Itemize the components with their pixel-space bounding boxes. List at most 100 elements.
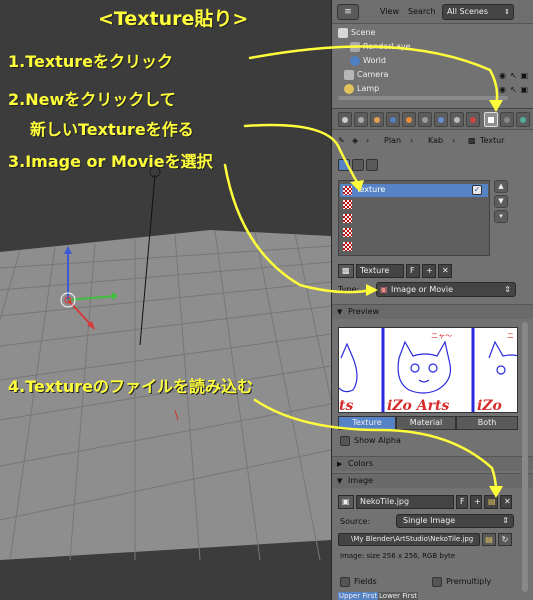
tab-world[interactable] bbox=[386, 112, 400, 127]
material-texture-context-button[interactable] bbox=[352, 159, 364, 171]
annotation-step3: 3.Image or Movieを選択 bbox=[8, 152, 213, 171]
fields-checkbox[interactable]: Fields bbox=[340, 576, 377, 588]
render-icon[interactable]: ▣ bbox=[520, 69, 528, 83]
tab-render[interactable] bbox=[338, 112, 352, 127]
constraints-icon bbox=[422, 117, 428, 123]
fields-label: Fields bbox=[354, 577, 377, 586]
outliner-row-label: Scene bbox=[351, 28, 376, 37]
new-texture-button[interactable]: + bbox=[422, 264, 436, 278]
visibility-icon[interactable]: ◉ bbox=[499, 83, 506, 97]
world-texture-context-button[interactable] bbox=[338, 159, 350, 171]
texture-slot-list: Texture ✓ bbox=[338, 180, 490, 256]
premultiply-label: Premultiply bbox=[446, 577, 492, 586]
expand-triangle-icon: ▼ bbox=[337, 477, 343, 485]
open-image-button[interactable]: ▤ bbox=[484, 495, 498, 509]
lower-first-button[interactable]: Lower First bbox=[378, 592, 418, 600]
show-alpha-checkbox[interactable]: Show Alpha bbox=[340, 435, 401, 447]
menu-view[interactable]: View bbox=[380, 7, 399, 16]
tab-texture[interactable] bbox=[484, 112, 498, 127]
tab-material[interactable] bbox=[466, 112, 480, 127]
texture-slot[interactable] bbox=[340, 212, 488, 225]
physics-icon bbox=[520, 117, 526, 123]
chevron-updown-icon: ⇕ bbox=[504, 8, 510, 16]
outliner-icon[interactable]: ≡ bbox=[337, 4, 359, 20]
properties-scrollbar[interactable] bbox=[522, 322, 528, 592]
render-icon[interactable]: ▣ bbox=[520, 83, 528, 97]
breadcrumb: ✎ ◈ › Plan › Kab › ▩ Textur bbox=[332, 131, 533, 151]
preview-both-button[interactable]: Both bbox=[456, 416, 518, 430]
tab-object[interactable] bbox=[402, 112, 416, 127]
checkbox-box bbox=[340, 577, 350, 587]
premultiply-checkbox[interactable]: Premultiply bbox=[432, 576, 491, 588]
select-icon[interactable]: ↖ bbox=[510, 69, 517, 83]
image-source-select[interactable]: Single Image ⇕ bbox=[396, 514, 514, 528]
slot-menu-button[interactable]: ▾ bbox=[494, 210, 508, 223]
move-slot-down-button[interactable]: ▼ bbox=[494, 195, 508, 208]
render-layer-icon bbox=[350, 41, 360, 52]
annotation-title: <Texture貼り> bbox=[98, 8, 249, 30]
colors-panel-header[interactable]: ▶ Colors bbox=[332, 456, 533, 471]
tab-constraints[interactable] bbox=[418, 112, 432, 127]
image-icon: ▣ bbox=[380, 285, 388, 294]
upper-first-button[interactable]: Upper First bbox=[338, 592, 378, 600]
texture-type-row: Type: Image or Movie ▣ ⇕ bbox=[338, 282, 528, 298]
outliner-row-camera[interactable]: Camera ◉ ↖ ▣ bbox=[344, 68, 533, 82]
outliner-row-world[interactable]: World bbox=[350, 54, 533, 68]
scene-icon bbox=[338, 27, 348, 38]
tab-particles[interactable] bbox=[500, 112, 514, 127]
scene-icon bbox=[374, 117, 380, 123]
outliner-row-label: Camera bbox=[357, 70, 389, 79]
image-panel-header[interactable]: ▼ Image bbox=[332, 473, 533, 488]
tab-scene[interactable] bbox=[370, 112, 384, 127]
texture-preview-image: iZo Arts iZo ts ニャ〜 ニ bbox=[338, 327, 518, 413]
menu-search[interactable]: Search bbox=[408, 7, 435, 16]
outliner-row-renderlayers[interactable]: RenderLaye bbox=[350, 40, 533, 54]
texture-name-field[interactable]: Texture bbox=[356, 264, 404, 278]
move-slot-up-button[interactable]: ▲ bbox=[494, 180, 508, 193]
texture-slot[interactable] bbox=[340, 226, 488, 239]
preview-panel-header[interactable]: ▼ Preview bbox=[332, 304, 533, 319]
image-info-text: Image: size 256 x 256, RGB byte bbox=[340, 552, 456, 560]
slot-enabled-checkbox[interactable]: ✓ bbox=[472, 185, 482, 195]
object-icon bbox=[406, 117, 412, 123]
image-filepath-field[interactable]: \My Blender\ArtStudio\NekoTile.jpg bbox=[338, 533, 480, 546]
outliner-header: ≡ View Search All Scenes ⇕ bbox=[332, 0, 533, 24]
texture-slot[interactable] bbox=[340, 240, 488, 253]
fake-user-button[interactable]: F bbox=[406, 264, 420, 278]
browse-file-button[interactable]: ▤ bbox=[482, 533, 496, 546]
chevron-updown-icon: ⇕ bbox=[502, 516, 509, 525]
image-fake-user-button[interactable]: F bbox=[456, 495, 468, 509]
pin-icon[interactable]: ✎ bbox=[338, 136, 345, 145]
unlink-texture-button[interactable]: ✕ bbox=[438, 264, 452, 278]
brush-texture-context-button[interactable] bbox=[366, 159, 378, 171]
texture-slot[interactable] bbox=[340, 198, 488, 211]
scenes-select[interactable]: All Scenes ⇕ bbox=[442, 4, 514, 20]
image-browse-button[interactable]: ▣ bbox=[338, 495, 354, 509]
tab-data[interactable] bbox=[450, 112, 464, 127]
world-icon bbox=[390, 117, 396, 123]
visibility-icon[interactable]: ◉ bbox=[499, 69, 506, 83]
texture-icon bbox=[343, 200, 352, 209]
texture-icon bbox=[488, 117, 494, 123]
outliner-row-scene[interactable]: Scene bbox=[338, 26, 528, 40]
tab-modifiers[interactable] bbox=[434, 112, 448, 127]
new-image-button[interactable]: + bbox=[470, 495, 482, 509]
world-icon bbox=[350, 55, 360, 66]
tab-layers[interactable] bbox=[354, 112, 368, 127]
preview-texture-button[interactable]: Texture bbox=[338, 416, 396, 430]
image-name-field[interactable]: NekoTile.jpg bbox=[356, 495, 454, 509]
annotation-step2a: 2.Newをクリックして bbox=[8, 90, 176, 109]
preview-title: Preview bbox=[348, 307, 380, 316]
texture-slot[interactable]: Texture ✓ bbox=[340, 184, 488, 197]
preview-material-button[interactable]: Material bbox=[396, 416, 456, 430]
outliner-row-lamp[interactable]: Lamp ◉ ↖ ▣ bbox=[344, 82, 533, 96]
scene-icon: ◈ bbox=[352, 136, 359, 145]
outliner-scrollbar[interactable] bbox=[338, 96, 508, 100]
unlink-image-button[interactable]: ✕ bbox=[500, 495, 512, 509]
texture-type-select[interactable]: Image or Movie ▣ ⇕ bbox=[376, 282, 516, 297]
tab-physics[interactable] bbox=[516, 112, 530, 127]
texture-browse-button[interactable]: ▩ bbox=[338, 264, 354, 278]
select-icon[interactable]: ↖ bbox=[510, 83, 517, 97]
svg-text:iZo Arts: iZo Arts bbox=[387, 398, 449, 413]
reload-image-button[interactable]: ↻ bbox=[498, 533, 512, 546]
